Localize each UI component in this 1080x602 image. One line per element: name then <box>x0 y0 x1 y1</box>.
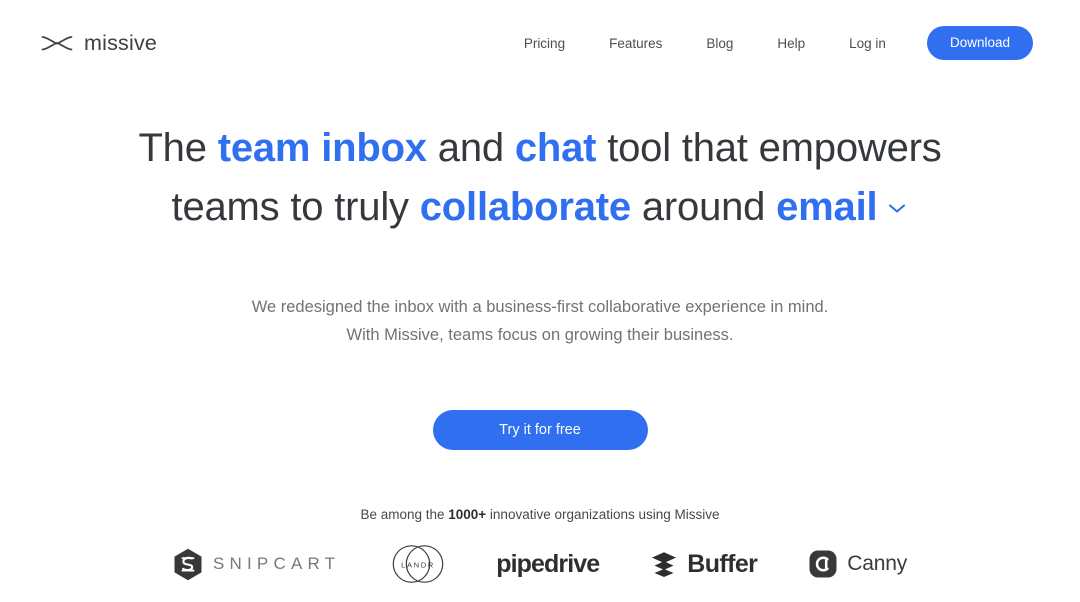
buffer-wordmark: Buffer <box>687 549 758 578</box>
pipedrive-wordmark: pipedrive <box>496 549 600 578</box>
download-button[interactable]: Download <box>926 25 1033 61</box>
headline-text-the: The <box>138 126 218 170</box>
headline-line-2: teams to truly collaborate around email <box>172 185 909 229</box>
hero-subtitle-line-1: We redesigned the inbox with a business-… <box>251 298 829 316</box>
cta-row: Try it for free <box>0 410 1080 450</box>
customer-logo-landr[interactable]: LANDR <box>392 543 444 585</box>
nav-link-features[interactable]: Features <box>587 30 684 57</box>
customer-logo-pipedrive[interactable]: pipedrive <box>496 549 600 579</box>
main-nav: Pricing Features Blog Help Log in Downlo… <box>502 25 1033 61</box>
social-proof-section: Be among the 1000+ innovative organizati… <box>0 507 1080 585</box>
headline-line-1: The team inbox and chat tool that empowe… <box>138 126 941 170</box>
social-proof-suffix: innovative organizations using Missive <box>486 507 720 522</box>
hero-subtitle: We redesigned the inbox with a business-… <box>160 293 920 349</box>
brand-logo[interactable]: missive <box>41 31 157 56</box>
headline-text-around: around <box>630 185 777 229</box>
missive-butterfly-icon <box>41 32 73 54</box>
customer-logo-strip: SNIPCART LANDR pipedrive Buffer Canny <box>0 543 1080 585</box>
page-title: The team inbox and chat tool that empowe… <box>70 119 1010 237</box>
customer-logo-canny[interactable]: Canny <box>809 550 907 578</box>
nav-link-blog[interactable]: Blog <box>684 30 755 57</box>
site-header: missive Pricing Features Blog Help Log i… <box>0 0 1080 86</box>
try-it-for-free-button[interactable]: Try it for free <box>432 410 648 450</box>
headline-text-and: and <box>426 126 515 170</box>
canny-wordmark: Canny <box>847 552 908 575</box>
social-proof-text: Be among the 1000+ innovative organizati… <box>0 507 1080 522</box>
canny-badge-icon <box>809 550 837 578</box>
headline-accent-collaborate: collaborate <box>419 185 631 229</box>
landing-page: missive Pricing Features Blog Help Log i… <box>0 0 1080 602</box>
customer-logo-buffer[interactable]: Buffer <box>651 549 758 579</box>
headline-accent-team-inbox: team inbox <box>217 126 427 170</box>
svg-text:LANDR: LANDR <box>401 561 435 570</box>
chevron-down-icon[interactable] <box>886 201 908 215</box>
headline-text-tool: tool that empowers <box>596 126 942 170</box>
brand-name: missive <box>84 30 158 55</box>
customer-logo-snipcart[interactable]: SNIPCART <box>173 548 340 581</box>
buffer-layers-icon <box>651 551 677 578</box>
nav-link-pricing[interactable]: Pricing <box>502 30 587 57</box>
snipcart-hexagon-icon <box>173 548 203 581</box>
social-proof-prefix: Be among the <box>360 507 449 522</box>
headline-accent-chat: chat <box>514 126 597 170</box>
landr-circles-icon: LANDR <box>392 543 444 585</box>
nav-link-login[interactable]: Log in <box>827 30 908 57</box>
hero-subtitle-line-2: With Missive, teams focus on growing the… <box>346 326 734 344</box>
nav-link-help[interactable]: Help <box>755 30 827 57</box>
snipcart-wordmark: SNIPCART <box>212 554 341 573</box>
headline-text-teams: teams to truly <box>171 185 420 229</box>
headline-accent-email: email <box>776 185 878 229</box>
social-proof-count: 1000+ <box>448 507 487 522</box>
hero-section: The team inbox and chat tool that empowe… <box>0 86 1080 585</box>
